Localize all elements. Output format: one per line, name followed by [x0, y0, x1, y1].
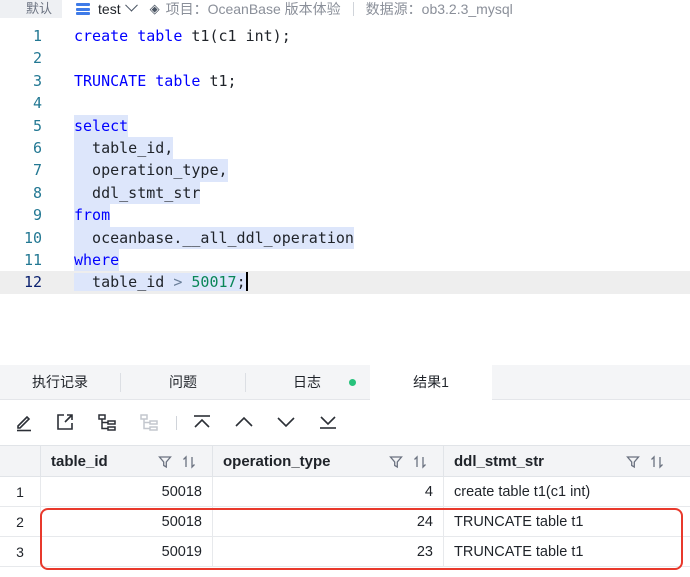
- divider: [352, 2, 354, 16]
- code-line[interactable]: 2: [0, 47, 690, 69]
- datasource-label: 数据源：ob3.2.3_mysql: [365, 1, 513, 17]
- row-number: 1: [16, 484, 24, 500]
- result-toolbar: [0, 405, 690, 439]
- database-selector[interactable]: test: [98, 1, 121, 17]
- tab-execution-history[interactable]: 执行记录: [0, 365, 120, 400]
- code-text: where: [74, 249, 120, 272]
- code-text: from: [74, 204, 111, 227]
- grid-header: table_id operation_type ddl_stmt_str: [0, 445, 690, 478]
- column-title: ddl_stmt_str: [454, 453, 545, 470]
- table-row[interactable]: 1 50018 4 create table t1(c1 int): [0, 477, 690, 507]
- cell-operation-type[interactable]: 4: [212, 477, 443, 507]
- code-text: create table t1(c1 int);: [74, 27, 291, 45]
- tab-problems[interactable]: 问题: [121, 365, 245, 400]
- database-icon: [76, 3, 91, 15]
- tree-disabled-icon: [138, 411, 160, 433]
- code-line[interactable]: 11 where: [0, 249, 690, 272]
- code-line[interactable]: 10 oceanbase.__all_ddl_operation: [0, 226, 690, 249]
- row-number: 2: [16, 514, 24, 530]
- scroll-top-icon[interactable]: [191, 411, 213, 433]
- code-line[interactable]: 9 from: [0, 204, 690, 227]
- status-dot: [349, 379, 356, 386]
- prev-icon[interactable]: [233, 411, 255, 433]
- code-line[interactable]: 7 operation_type,: [0, 159, 690, 182]
- column-title: operation_type: [223, 453, 331, 470]
- code-text: ddl_stmt_str: [74, 181, 201, 205]
- code-text: oceanbase.__all_ddl_operation: [74, 226, 354, 249]
- tree-icon[interactable]: [96, 411, 118, 433]
- filter-icon[interactable]: [158, 455, 172, 469]
- line-number: 7: [32, 161, 42, 180]
- filter-icon[interactable]: [389, 455, 403, 469]
- line-number: 2: [32, 49, 42, 68]
- line-number: 12: [23, 273, 42, 292]
- code-text: table_id > 50017;: [74, 272, 248, 292]
- line-number: 11: [23, 251, 42, 269]
- next-icon[interactable]: [275, 411, 297, 433]
- code-line[interactable]: 1 create table t1(c1 int);: [0, 25, 690, 47]
- code-text: TRUNCATE table t1;: [74, 71, 237, 90]
- line-number: 4: [32, 94, 42, 113]
- line-number: 1: [32, 27, 42, 45]
- tab-result-1[interactable]: 结果1: [370, 365, 492, 401]
- line-number: 9: [32, 206, 42, 225]
- annotation-highlight-box: [40, 508, 683, 570]
- code-line-current[interactable]: 12 table_id > 50017;: [0, 271, 690, 294]
- sort-icon[interactable]: [413, 455, 427, 469]
- code-line[interactable]: 6 table_id,: [0, 137, 690, 160]
- result-tab-bar: 执行记录 问题 日志 结果1: [0, 365, 690, 401]
- column-tools: [389, 455, 427, 469]
- default-label: 默认: [0, 0, 63, 18]
- line-number: 10: [23, 228, 42, 247]
- column-tools: [158, 455, 196, 469]
- code-text: operation_type,: [74, 159, 228, 182]
- sort-icon[interactable]: [182, 455, 196, 469]
- code-line[interactable]: 4: [0, 92, 690, 114]
- export-icon[interactable]: [54, 411, 76, 433]
- cell-ddl-stmt-str[interactable]: create table t1(c1 int): [443, 477, 690, 507]
- code-line[interactable]: 3 TRUNCATE table t1;: [0, 70, 690, 92]
- line-number: 8: [32, 183, 42, 202]
- sql-editor[interactable]: 1 create table t1(c1 int); 2 3 TRUNCATE …: [0, 25, 690, 365]
- top-bar: 默认 test ◈ 项目：OceanBase 版本体验 数据源：ob3.2.3_…: [0, 0, 690, 18]
- line-number: 6: [32, 139, 42, 157]
- project-label: 项目：OceanBase 版本体验: [165, 1, 341, 17]
- column-tools: [626, 455, 664, 469]
- chevron-down-icon[interactable]: [124, 0, 138, 12]
- divider: [176, 416, 177, 430]
- cell-table-id[interactable]: 50018: [40, 477, 212, 507]
- row-number: 3: [16, 544, 24, 560]
- code-text: select: [74, 114, 129, 137]
- text-cursor: [245, 272, 248, 292]
- code-line[interactable]: 8 ddl_stmt_str: [0, 181, 690, 205]
- project-icon: ◈: [149, 1, 160, 16]
- edit-icon[interactable]: [13, 411, 35, 433]
- code-line[interactable]: 5 select: [0, 114, 690, 137]
- column-title: table_id: [51, 453, 108, 470]
- scroll-bottom-icon[interactable]: [317, 411, 339, 433]
- code-text: table_id,: [74, 137, 174, 160]
- sort-icon[interactable]: [650, 455, 664, 469]
- line-number: 5: [32, 116, 42, 135]
- filter-icon[interactable]: [626, 455, 640, 469]
- line-number: 3: [32, 71, 42, 90]
